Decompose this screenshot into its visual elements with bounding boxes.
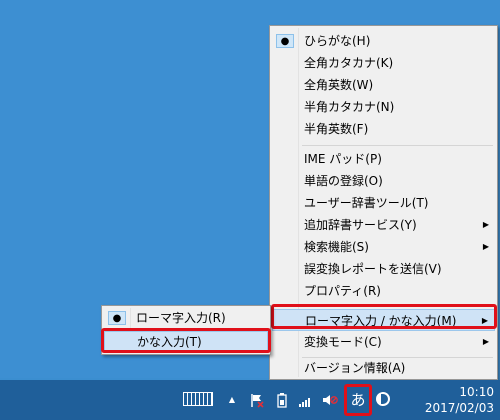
menu-item-label: ひらがな(H) xyxy=(304,34,371,48)
menu-separator xyxy=(302,145,493,146)
taskbar: ▲ あ 10:10 2017/02/03 xyxy=(0,380,500,420)
menu-item-label: 半角英数(F) xyxy=(304,122,369,136)
network-signal-icon[interactable] xyxy=(298,392,314,408)
submenu-item-romaji-input[interactable]: ● ローマ字入力(R) xyxy=(104,308,268,329)
menu-item-label: 誤変換レポートを送信(V) xyxy=(304,262,442,276)
submenu-arrow-icon: ▶ xyxy=(481,316,488,325)
menu-item-label: IME パッド(P) xyxy=(304,152,382,166)
menu-item-label: 単語の登録(O) xyxy=(304,174,383,188)
submenu-arrow-icon: ▶ xyxy=(482,220,489,229)
menu-item-halfwidth-alphanumeric[interactable]: 半角英数(F) xyxy=(272,118,495,140)
ime-status-icon[interactable] xyxy=(376,392,390,406)
menu-item-fullwidth-alphanumeric[interactable]: 全角英数(W) xyxy=(272,74,495,96)
show-hidden-icons-chevron-icon[interactable]: ▲ xyxy=(226,392,238,408)
menu-item-label: 半角カタカナ(N) xyxy=(304,100,395,114)
menu-item-version-info[interactable]: バージョン情報(A) xyxy=(272,358,495,378)
menu-item-halfwidth-katakana[interactable]: 半角カタカナ(N) xyxy=(272,96,495,118)
menu-item-send-misconversion-report[interactable]: 誤変換レポートを送信(V) xyxy=(272,258,495,280)
menu-item-fullwidth-katakana[interactable]: 全角カタカナ(K) xyxy=(272,52,495,74)
volume-muted-icon[interactable] xyxy=(322,392,338,408)
menu-item-label: プロパティ(R) xyxy=(304,284,381,298)
ime-mode-indicator-button[interactable]: あ xyxy=(347,387,369,413)
submenu-item-label: かな入力(T) xyxy=(137,335,202,349)
menu-item-user-dictionary-tool[interactable]: ユーザー辞書ツール(T) xyxy=(272,192,495,214)
menu-item-label: 全角英数(W) xyxy=(304,78,374,92)
radio-bullet-icon: ● xyxy=(108,311,126,325)
system-clock[interactable]: 10:10 2017/02/03 xyxy=(404,384,494,416)
submenu-arrow-icon: ▶ xyxy=(482,242,489,251)
menu-item-label: 検索機能(S) xyxy=(304,240,369,254)
menu-item-word-registration[interactable]: 単語の登録(O) xyxy=(272,170,495,192)
menu-item-properties[interactable]: プロパティ(R) xyxy=(272,280,495,302)
action-center-flag-icon[interactable] xyxy=(250,392,264,408)
clock-time: 10:10 xyxy=(459,385,494,399)
radio-bullet-icon: ● xyxy=(276,34,294,48)
menu-item-label: ユーザー辞書ツール(T) xyxy=(304,196,429,210)
menu-item-additional-dictionary-service[interactable]: 追加辞書サービス(Y) ▶ xyxy=(272,214,495,236)
menu-item-ime-pad[interactable]: IME パッド(P) xyxy=(272,148,495,170)
clock-date: 2017/02/03 xyxy=(424,401,494,415)
touch-keyboard-icon[interactable] xyxy=(183,392,213,406)
menu-item-hiragana[interactable]: ● ひらがな(H) xyxy=(272,30,495,52)
battery-icon[interactable] xyxy=(276,392,290,408)
input-method-submenu: ● ローマ字入力(R) かな入力(T) xyxy=(101,305,271,355)
menu-item-label: ローマ字入力 / かな入力(M) xyxy=(305,314,457,328)
menu-item-label: 全角カタカナ(K) xyxy=(304,56,394,70)
menu-item-label: 追加辞書サービス(Y) xyxy=(304,218,417,232)
submenu-arrow-icon: ▶ xyxy=(482,337,489,346)
menu-item-search-function[interactable]: 検索機能(S) ▶ xyxy=(272,236,495,258)
menu-item-label: バージョン情報(A) xyxy=(304,361,406,375)
ime-context-menu: ● ひらがな(H) 全角カタカナ(K) 全角英数(W) 半角カタカナ(N) 半角… xyxy=(269,25,498,380)
menu-item-label: 変換モード(C) xyxy=(304,335,382,349)
submenu-item-kana-input[interactable]: かな入力(T) xyxy=(104,331,268,352)
menu-item-conversion-mode[interactable]: 変換モード(C) ▶ xyxy=(272,331,495,353)
menu-separator xyxy=(302,306,493,307)
menu-item-romaji-kana-input[interactable]: ローマ字入力 / かな入力(M) ▶ xyxy=(272,309,495,331)
submenu-item-label: ローマ字入力(R) xyxy=(136,311,226,325)
